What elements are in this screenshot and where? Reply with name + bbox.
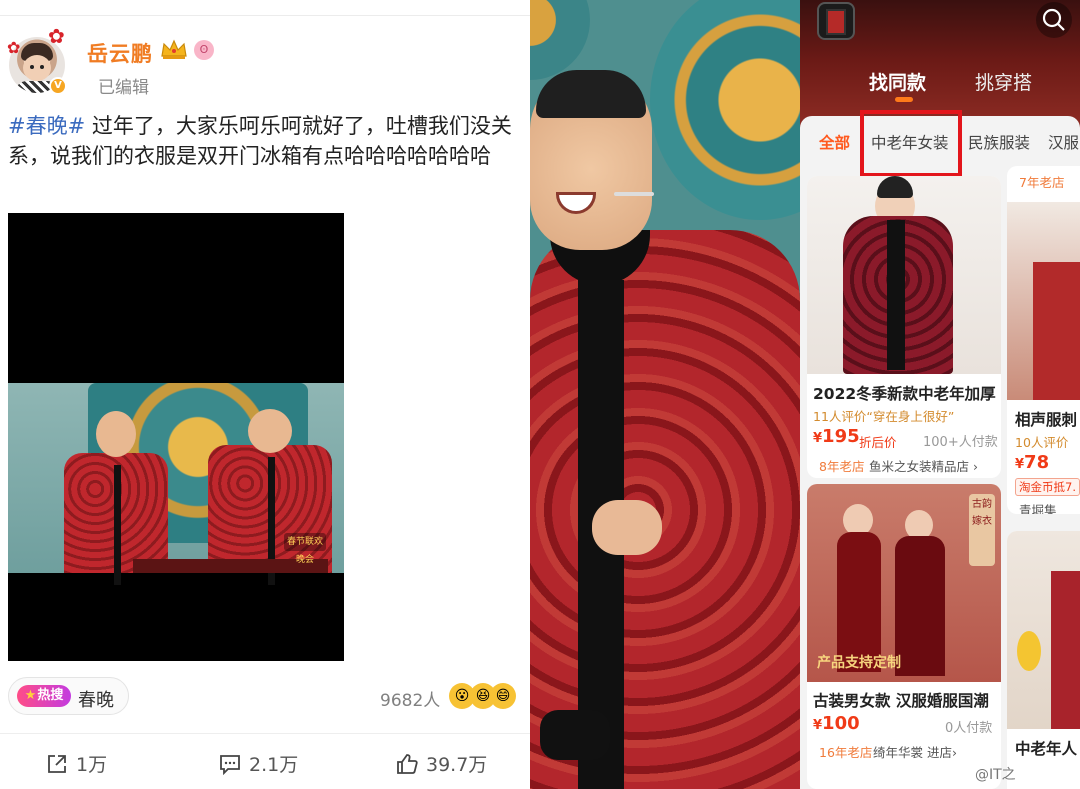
share-button[interactable]: 1万 (46, 750, 107, 777)
shop-name[interactable]: 绮年华裳 进店› (873, 742, 957, 761)
flower-decoration-icon: ✿ (7, 38, 21, 57)
chevron-right-icon: › (973, 459, 978, 474)
seal-stamp: 古韵嫁衣 (969, 494, 995, 566)
price-label: 折后价 (859, 435, 897, 450)
post-text: #春晚# 过年了，大家乐呵乐呵就好了，吐槽我们没关系，说我们的衣服是双开门冰箱有… (8, 112, 520, 171)
shop-name[interactable]: 青堀集 (1019, 500, 1057, 514)
product-image: 古韵嫁衣 产品支持定制 (807, 484, 1001, 682)
custom-overlay-text: 产品支持定制 (817, 655, 901, 671)
buyer-count: 100+人付款 (923, 435, 998, 450)
share-icon (48, 755, 66, 773)
product-image (807, 176, 1001, 374)
hot-topic-label: 春晚 (78, 690, 114, 711)
weibo-watermark: @IT之 (975, 767, 1016, 783)
buyer-count: 0人付款 (945, 721, 993, 736)
shop-name[interactable]: 鱼米之女装精品店 › (869, 456, 978, 475)
shop-age: 16年老店 (819, 745, 873, 760)
tab-outfit[interactable]: 挑穿搭 (975, 68, 1032, 95)
product-title: 相声服刺 (1015, 411, 1078, 429)
like-count: 39.7万 (426, 754, 488, 776)
flower-decoration-icon: ✿ (48, 24, 65, 48)
product-card[interactable]: 古韵嫁衣 产品支持定制 古装男女款 汉服婚服国潮 ¥100 0人付款 16年老店… (807, 484, 1001, 789)
tab-find-same[interactable]: 找同款 (869, 68, 926, 95)
crown-icon (161, 39, 187, 59)
hashtag-link[interactable]: #春晚# (8, 114, 85, 138)
shop-age: 8年老店 (819, 459, 865, 474)
verified-badge-icon: V (49, 77, 67, 95)
share-count: 1万 (76, 754, 108, 776)
comment-count: 2.1万 (249, 754, 299, 776)
product-title: 2022冬季新款中老年加厚 (813, 385, 996, 403)
search-button[interactable] (1036, 2, 1072, 38)
viewer-count: 9682人 (380, 691, 441, 711)
shop-age: 7年老店 (1019, 172, 1065, 191)
product-title: 中老年人 (1015, 740, 1078, 758)
hot-search-badge: 热搜 (17, 685, 71, 707)
product-thumbnail[interactable] (817, 2, 855, 40)
grin-emoji-icon: 😄 (490, 683, 516, 709)
category-all[interactable]: 全部 (819, 131, 850, 153)
video-frame: 春节联欢晚会 (8, 383, 344, 585)
product-price: ¥195 (813, 426, 860, 447)
like-button[interactable]: 39.7万 (396, 750, 487, 777)
video-player[interactable]: 春节联欢晚会 (8, 213, 344, 661)
category-hanfu[interactable]: 汉服 (1048, 131, 1079, 153)
product-title: 古装男女款 汉服婚服国潮 (813, 692, 989, 710)
product-card[interactable]: 2022冬季新款中老年加厚 11人评价“穿在身上很好” ¥195 折后价 100… (807, 176, 1001, 478)
active-tab-indicator (895, 97, 913, 102)
product-image (1007, 531, 1080, 729)
taojinbi-tag: 淘金币抵7. (1015, 478, 1080, 496)
product-image (1007, 202, 1080, 400)
product-card-partial[interactable]: 中老年人 (1007, 531, 1080, 789)
pig-icon: ʘ (194, 40, 214, 60)
comment-button[interactable]: 2.1万 (219, 750, 298, 777)
chevron-right-icon: › (952, 745, 958, 760)
weibo-post-panel: ✿ ✿ V 岳云鹏 ʘ 已编辑 #春晚# 过年了，大家乐呵乐呵就好了，吐槽我们没… (0, 0, 530, 789)
product-review: 10人评价 (1015, 435, 1069, 450)
category-ethnic-clothing[interactable]: 民族服装 (968, 131, 1030, 153)
broadcast-logo: 春节联欢晚会 (284, 533, 326, 565)
enter-shop-link[interactable]: 进店 (927, 745, 952, 760)
performer-photo (530, 0, 800, 789)
product-price: ¥100 (813, 713, 860, 734)
product-price: ¥78 (1015, 452, 1050, 473)
search-icon (1042, 8, 1065, 31)
username[interactable]: 岳云鹏 (87, 38, 153, 68)
highlight-box (860, 110, 962, 177)
comment-icon (220, 755, 240, 775)
product-review: 11人评价“穿在身上很好” (813, 409, 955, 424)
thumbs-up-icon (397, 754, 418, 774)
product-card-partial[interactable]: 7年老店 相声服刺 10人评价 ¥78 淘金币抵7. 青堀集 (1007, 166, 1080, 514)
edited-label: 已编辑 (98, 78, 149, 98)
divider (0, 733, 530, 734)
top-divider (0, 0, 530, 16)
